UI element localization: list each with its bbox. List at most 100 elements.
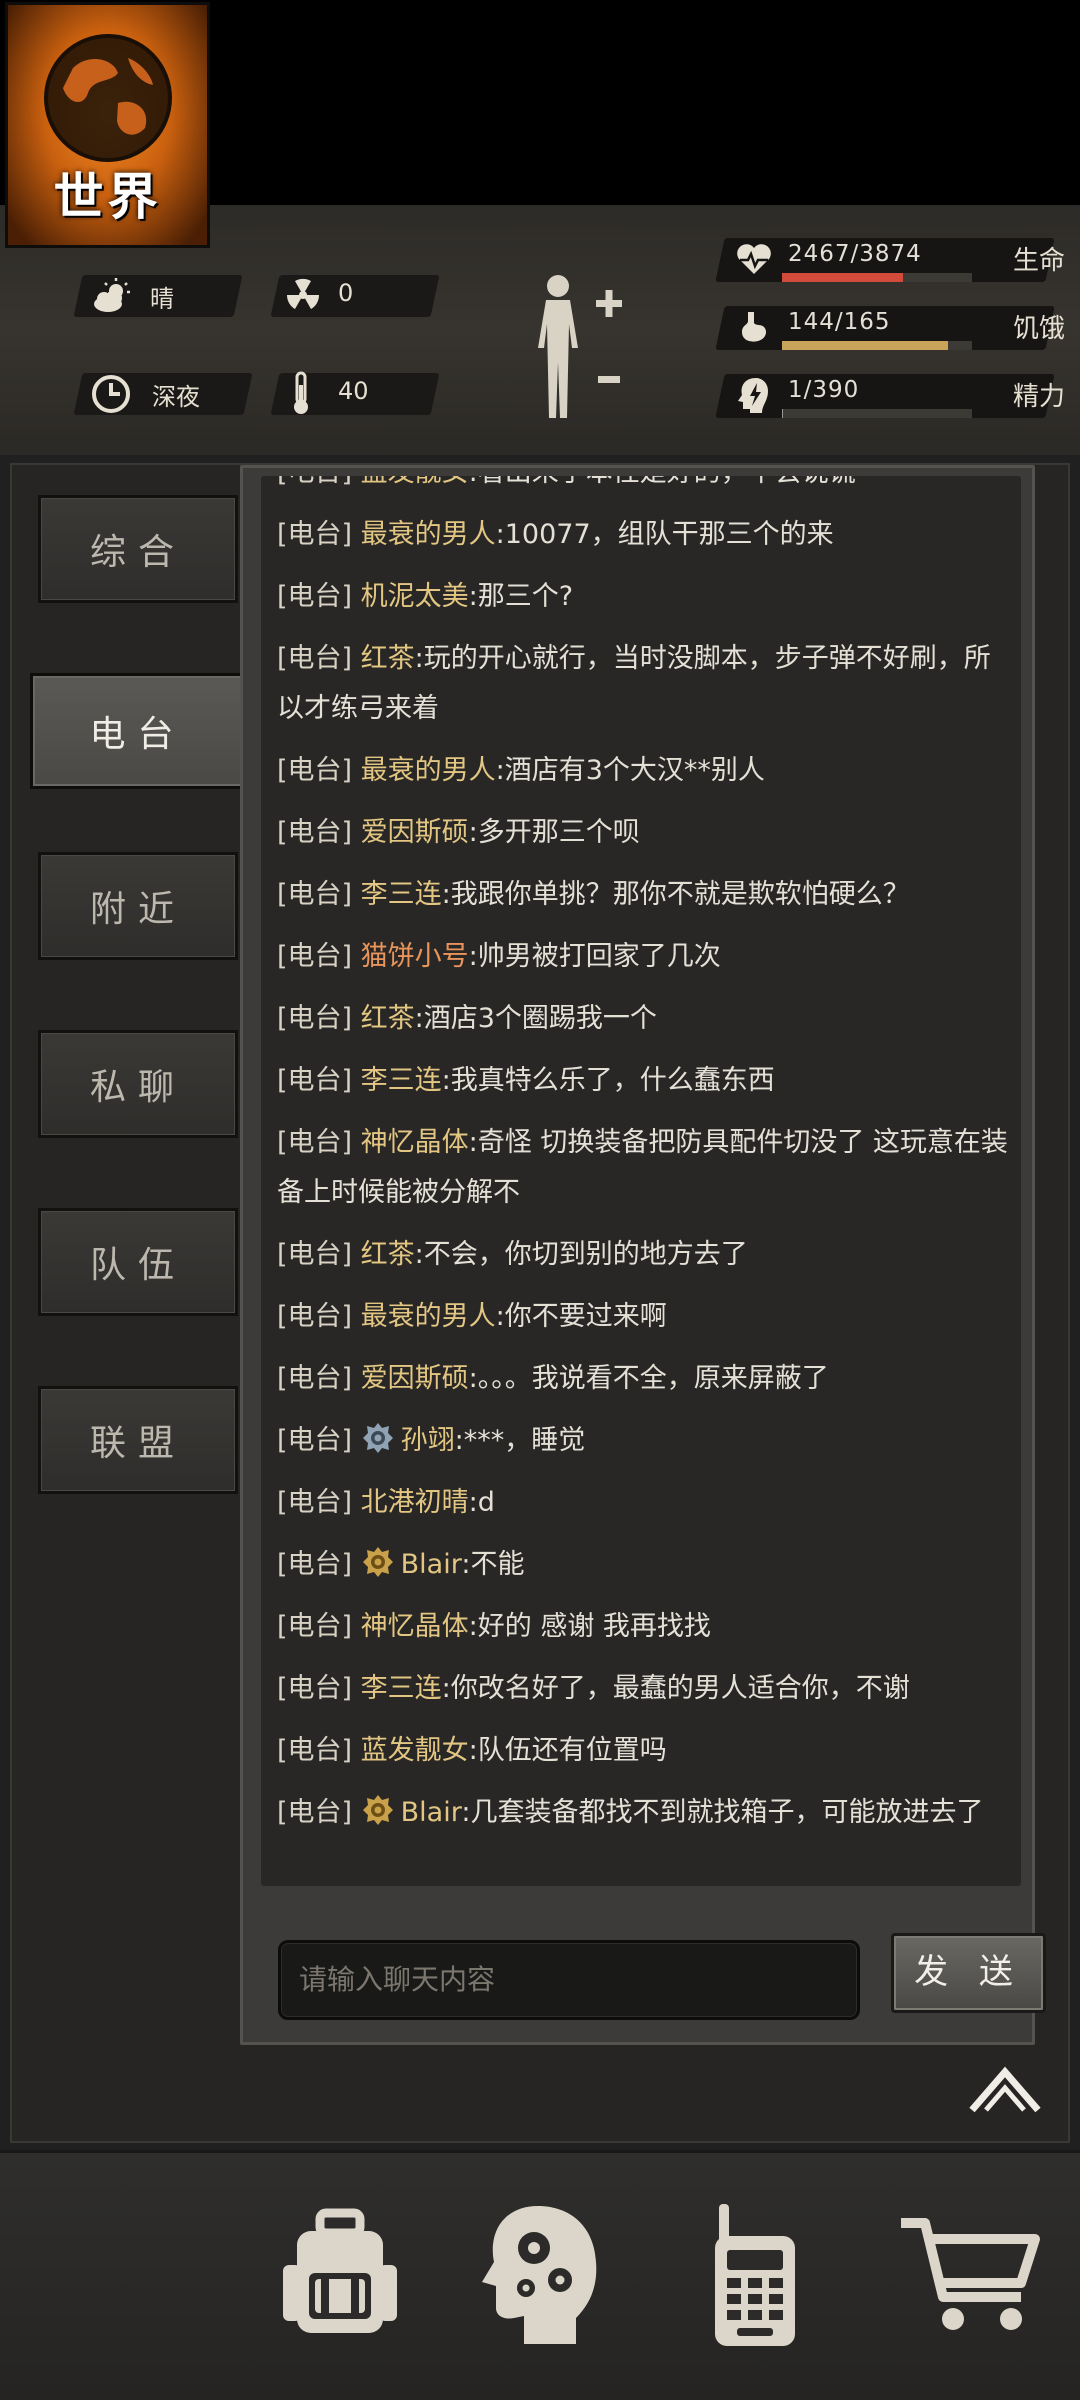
chat-sender-name[interactable]: 神忆晶体 [361, 1127, 469, 1158]
chat-channel-tag: [电台] [277, 1239, 361, 1270]
chat-channel-tag: [电台] [277, 1127, 361, 1158]
hunger-value: 144/165 [788, 309, 891, 335]
health-value: 2467/3874 [788, 241, 922, 267]
chat-sender-name[interactable]: 爱因斯硕 [361, 1363, 469, 1394]
head-gears-icon [482, 2206, 597, 2344]
chat-message-text: :酒店3个圈踢我一个 [414, 1003, 657, 1034]
chat-sender-name[interactable]: 最衰的男人 [361, 1301, 496, 1332]
health-label: 生命 [1012, 246, 1065, 276]
chat-message: [电台] 神忆晶体:好的 感谢 我再找找 [261, 1602, 1021, 1652]
chat-sender-name[interactable]: 北港初晴 [361, 1487, 469, 1518]
chat-sender-name[interactable]: Blair [401, 1797, 462, 1828]
hunger-label: 饥饿 [1012, 314, 1065, 344]
nav-world-label: 世界 [53, 168, 162, 226]
body-status-button[interactable] [520, 270, 625, 425]
chat-sender-name[interactable]: 红茶 [361, 643, 415, 674]
tab-alliance[interactable]: 联盟 [38, 1386, 238, 1494]
chat-message: [电台] 北港初晴:d [261, 1478, 1021, 1528]
chat-message: [电台] 爱因斯硕:。。。我说看不全，原来屏蔽了 [261, 1354, 1021, 1404]
chat-sender-name[interactable]: Blair [401, 1549, 462, 1580]
chat-panel: [电台] 蓝发靓女:看出来了本性是好的，不会说谎[电台] 最衰的男人:10077… [240, 465, 1046, 2045]
chat-message: [电台] 神忆晶体:奇怪 切换装备把防具配件切没了 这玩意在装备上时候能被分解不 [261, 1118, 1021, 1218]
chat-message: [电台] 红茶:不会，你切到别的地方去了 [261, 1230, 1021, 1280]
chat-channel-tag: [电台] [277, 1003, 361, 1034]
chat-sender-name[interactable]: 蓝发靓女 [361, 1735, 469, 1766]
chat-sender-name[interactable]: 李三连 [361, 1065, 442, 1096]
chat-sender-name[interactable]: 最衰的男人 [361, 755, 496, 786]
clock-icon [92, 375, 130, 413]
chat-channel-tag: [电台] [277, 1363, 361, 1394]
chat-sender-name[interactable]: 红茶 [361, 1003, 415, 1034]
chat-message-list[interactable]: [电台] 蓝发靓女:看出来了本性是好的，不会说谎[电台] 最衰的男人:10077… [261, 476, 1021, 1886]
chat-sender-name[interactable]: 爱因斯硕 [361, 817, 469, 848]
silver-rank-badge-icon [361, 1423, 401, 1456]
chat-message-text: :帅男被打回家了几次 [468, 941, 721, 972]
cart-icon [901, 2218, 1040, 2330]
chat-message-text: :。。。我说看不全，原来屏蔽了 [468, 1363, 829, 1394]
chat-message: [电台] 红茶:玩的开心就行，当时没脚本，步子弹不好刷，所以才练弓来着 [261, 634, 1021, 734]
chat-message: [电台] 最衰的男人:10077，组队干那三个的来 [261, 510, 1021, 560]
chat-sender-name[interactable]: 最衰的男人 [361, 519, 496, 550]
temperature-value: 40 [338, 377, 369, 405]
head-bolt-icon [738, 378, 768, 413]
send-button[interactable]: 发 送 [891, 1933, 1046, 2013]
weather-text: 晴 [150, 285, 174, 313]
tab-team[interactable]: 队伍 [38, 1208, 238, 1316]
chat-message-text: :d [468, 1487, 495, 1518]
tab-private[interactable]: 私聊 [38, 1030, 238, 1138]
nav-skills-button[interactable] [440, 2150, 640, 2400]
chat-message-text: :我跟你单挑？那你不就是欺软怕硬么？ [441, 879, 910, 910]
chat-channel-tag: [电台] [277, 1549, 361, 1580]
chat-message: [电台] 李三连:你改名好了，最蠢的男人适合你，不谢 [261, 1664, 1021, 1714]
chat-sender-name[interactable]: 机泥太美 [361, 581, 469, 612]
chat-message-text: :不会，你切到别的地方去了 [414, 1239, 748, 1270]
tab-nearby[interactable]: 附近 [38, 852, 238, 960]
chat-message: [电台] 孙翊:***，睡觉 [261, 1416, 1021, 1466]
chat-message: [电台] 红茶:酒店3个圈踢我一个 [261, 994, 1021, 1044]
chat-sender-name[interactable]: 孙翊 [401, 1425, 455, 1456]
chat-message-text: :酒店有3个大汉**别人 [495, 755, 765, 786]
chat-message-text: :不能 [461, 1549, 525, 1580]
chat-channel-tag: [电台] [277, 1487, 361, 1518]
chat-sender-name[interactable]: 猫饼小号 [361, 941, 469, 972]
nav-world-button[interactable]: 世界 [5, 2, 210, 248]
chat-message: [电台] 机泥太美:那三个? [261, 572, 1021, 622]
chat-channel-tag: [电台] [277, 755, 361, 786]
chat-input[interactable]: 请输入聊天内容 [278, 1940, 860, 2020]
chat-channel-tag: [电台] [277, 1425, 361, 1456]
cloud-sun-icon [94, 278, 130, 312]
stomach-icon [742, 312, 766, 342]
chat-channel-tag: [电台] [277, 643, 361, 674]
chat-sender-name[interactable]: 蓝发靓女 [361, 476, 469, 488]
heart-icon [737, 244, 771, 274]
chat-message-text: :看出来了本性是好的，不会说谎 [469, 476, 856, 488]
nav-shop-button[interactable] [870, 2150, 1070, 2400]
chat-sender-name[interactable]: 红茶 [361, 1239, 415, 1270]
health-bar: 2467/3874 生命 [715, 235, 1065, 285]
tab-general[interactable]: 综合 [38, 495, 238, 603]
hunger-bar: 144/165 饥饿 [715, 303, 1065, 353]
chat-message: [电台] Blair:不能 [261, 1540, 1021, 1590]
chat-channel-tag: [电台] [277, 1611, 361, 1642]
nav-backpack-button[interactable] [240, 2150, 440, 2400]
chat-message-text: :多开那三个呗 [468, 817, 640, 848]
chat-message: [电台] 爱因斯硕:多开那三个呗 [261, 808, 1021, 858]
radiation-icon [286, 278, 320, 309]
chat-channel-tag: [电台] [277, 1735, 361, 1766]
chat-channel-tag: [电台] [277, 941, 361, 972]
chat-message-text: :你改名好了，最蠢的男人适合你，不谢 [441, 1673, 910, 1704]
chat-channel-tag: [电台] [277, 519, 361, 550]
chat-sender-name[interactable]: 李三连 [361, 879, 442, 910]
chat-channel-tag: [电台] [277, 1673, 361, 1704]
chat-sender-name[interactable]: 神忆晶体 [361, 1611, 469, 1642]
energy-label: 精力 [1012, 382, 1065, 412]
backpack-icon [283, 2208, 397, 2333]
nav-radio-button[interactable] [655, 2150, 855, 2400]
collapse-chevron-icon[interactable] [968, 2066, 1042, 2114]
chat-message-text: :***，睡觉 [454, 1425, 586, 1456]
chat-message: [电台] 最衰的男人:你不要过来啊 [261, 1292, 1021, 1342]
chat-message: [电台] 李三连:我真特么乐了，什么蠢东西 [261, 1056, 1021, 1106]
globe-icon [44, 34, 172, 162]
tab-radio[interactable]: 电台 [30, 673, 245, 789]
chat-sender-name[interactable]: 李三连 [361, 1673, 442, 1704]
